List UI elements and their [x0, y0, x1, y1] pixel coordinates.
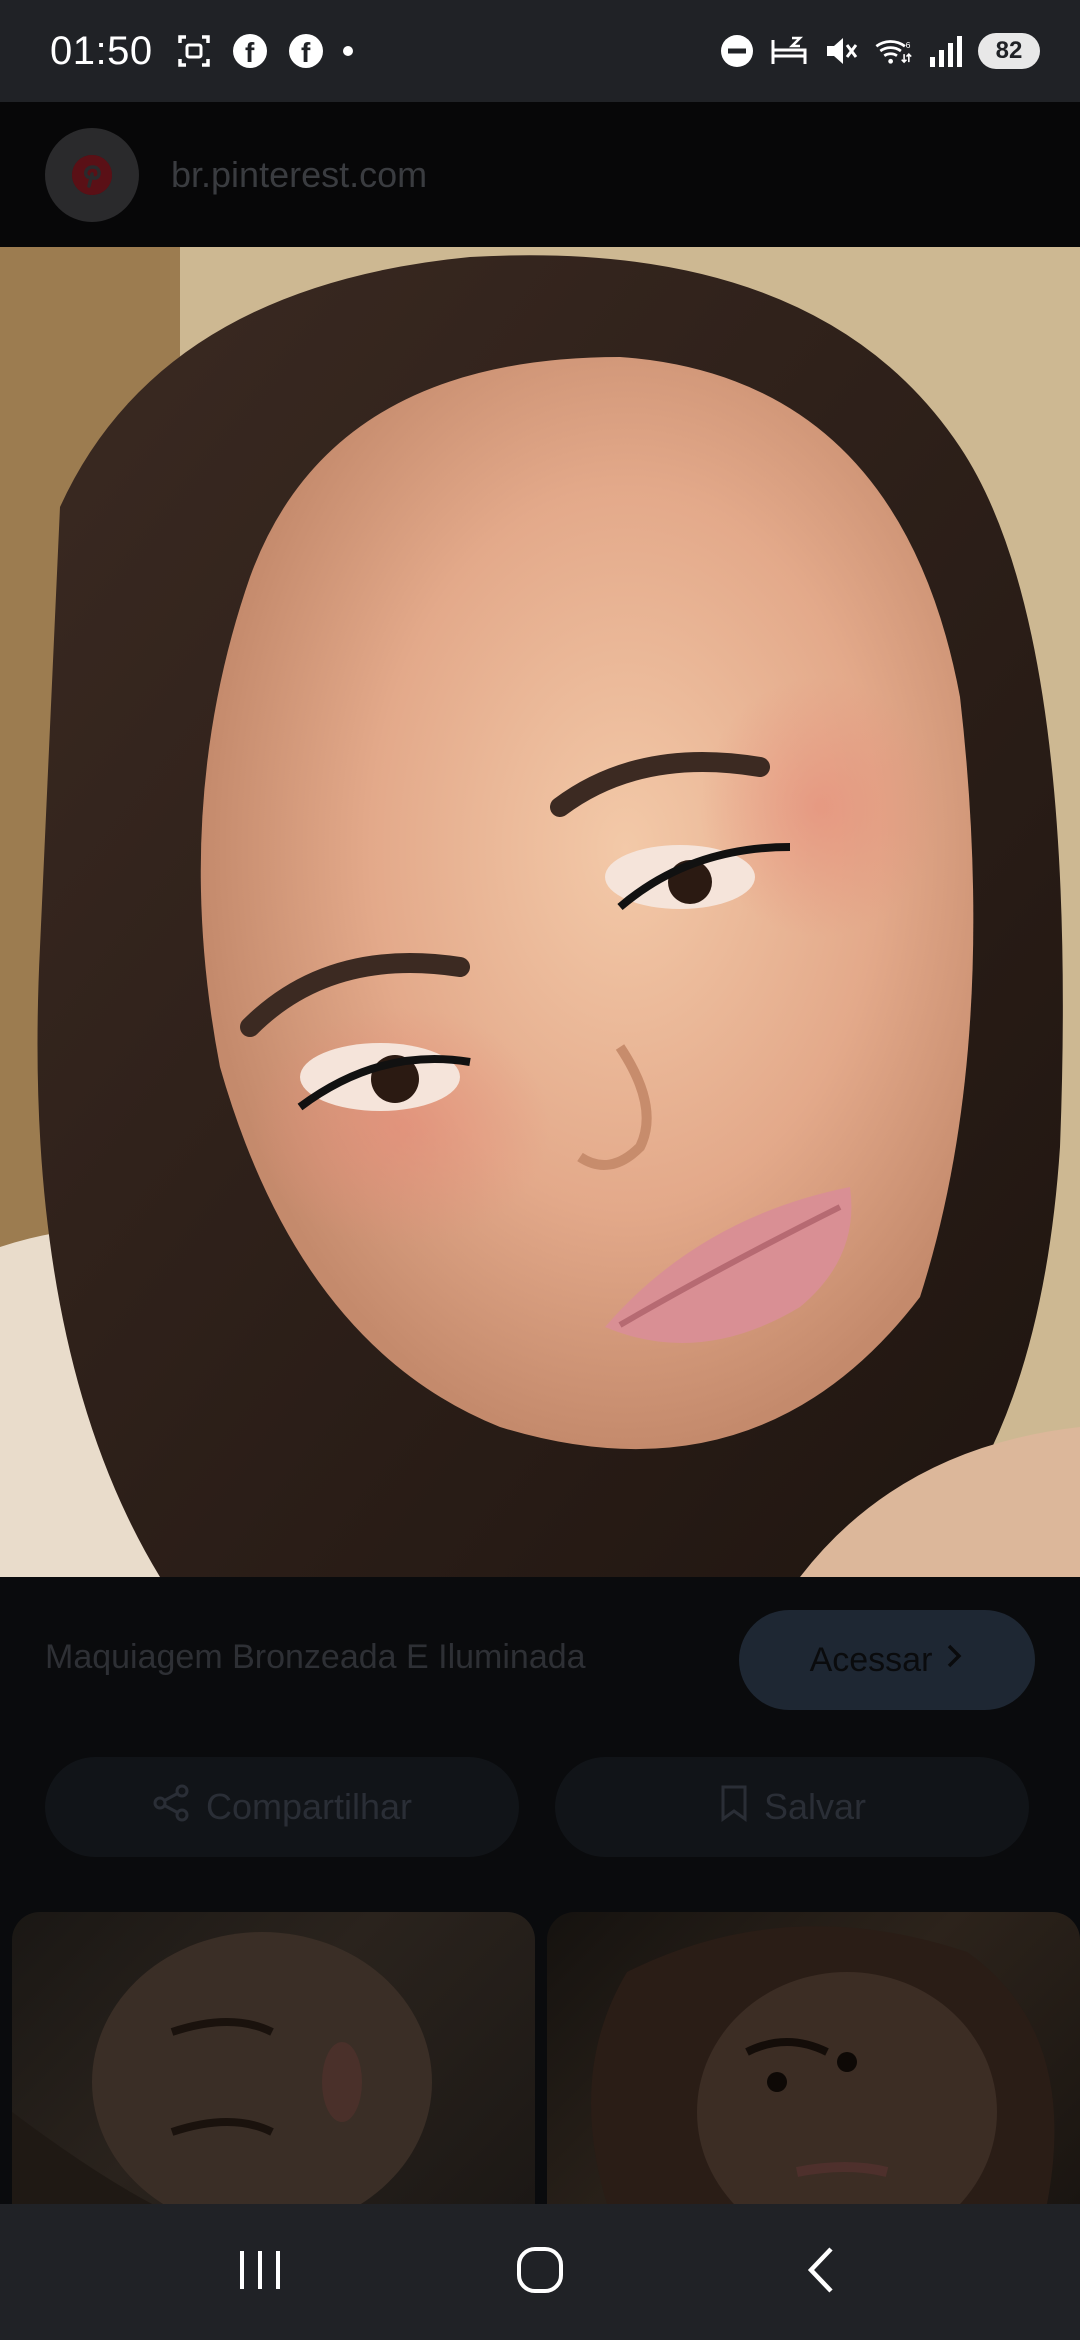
- access-label: Acessar: [809, 1640, 933, 1679]
- status-bar: 01:50 f f 6 82: [0, 0, 1080, 102]
- recents-icon: [236, 2247, 284, 2298]
- thumbnail-photo: [12, 1932, 432, 2204]
- save-button[interactable]: Salvar: [555, 1757, 1029, 1857]
- pin-info-row: Maquiagem Bronzeada E Iluminada Acessar: [0, 1577, 1080, 1737]
- access-button[interactable]: Acessar: [739, 1610, 1035, 1710]
- sleep-mode-icon: [770, 32, 808, 70]
- signal-icon: [926, 32, 964, 70]
- battery-indicator: 82: [978, 33, 1040, 69]
- svg-text:6: 6: [906, 40, 911, 50]
- share-button[interactable]: Compartilhar: [45, 1757, 519, 1857]
- share-label: Compartilhar: [205, 1786, 413, 1827]
- status-time: 01:50: [50, 28, 153, 73]
- back-icon: [803, 2245, 837, 2300]
- related-pins-grid: [0, 1912, 1080, 2204]
- pin-title: Maquiagem Bronzeada E Iluminada: [45, 1637, 586, 1676]
- back-button[interactable]: [770, 2222, 870, 2322]
- wifi-6-icon: 6: [874, 32, 912, 70]
- save-label: Salvar: [763, 1786, 867, 1827]
- chevron-right-icon: [944, 1641, 964, 1680]
- screenshot-icon: [175, 32, 213, 70]
- actions-row: Compartilhar Salvar: [0, 1737, 1080, 1912]
- share-icon: [152, 1783, 192, 1832]
- navigation-bar: [0, 2204, 1080, 2340]
- pinterest-icon: [72, 154, 112, 195]
- facebook-icon: f: [231, 32, 269, 70]
- pin-image[interactable]: [0, 247, 1080, 1577]
- do-not-disturb-icon: [718, 32, 756, 70]
- pinterest-logo[interactable]: [45, 127, 139, 222]
- thumbnail-photo: [591, 1926, 1055, 2204]
- home-icon: [515, 2245, 565, 2300]
- notification-dot: [342, 46, 353, 56]
- status-right-icons: 6 82: [718, 32, 1040, 70]
- mute-icon: [822, 32, 860, 70]
- facebook-icon: f: [287, 32, 325, 70]
- home-button[interactable]: [490, 2222, 590, 2322]
- recents-button[interactable]: [210, 2222, 310, 2322]
- related-pin-thumbnail[interactable]: [12, 1912, 535, 2204]
- portrait-photo: [0, 247, 1080, 1577]
- url-bar: br.pinterest.com: [0, 102, 1080, 247]
- url-text[interactable]: br.pinterest.com: [171, 154, 427, 196]
- bookmark-icon: [718, 1783, 750, 1832]
- status-left-icons: f f: [175, 32, 353, 70]
- related-pin-thumbnail[interactable]: [547, 1912, 1080, 2204]
